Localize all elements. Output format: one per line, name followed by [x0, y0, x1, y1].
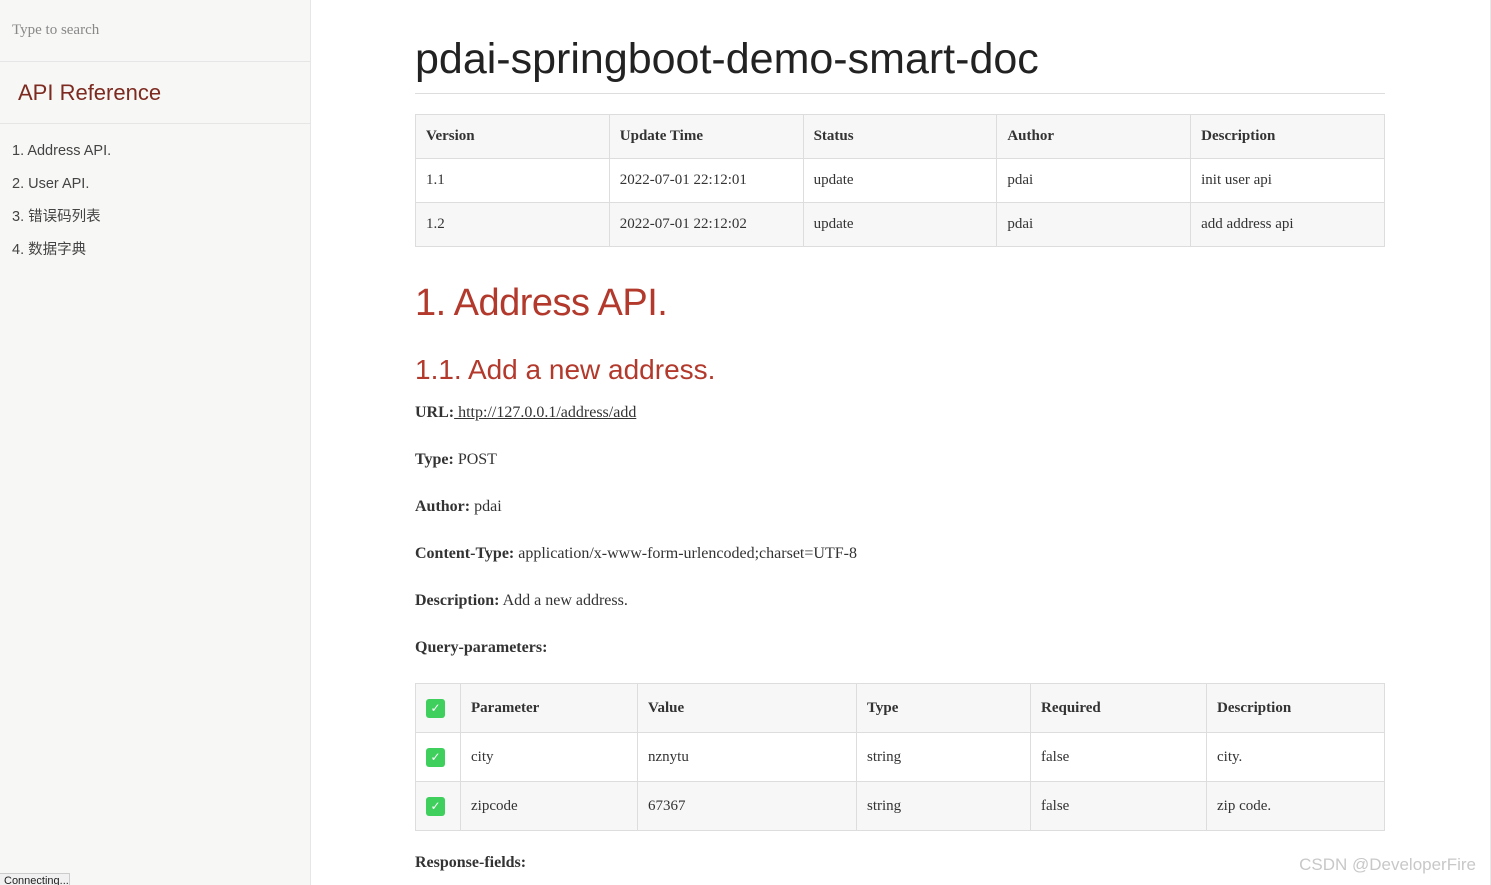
version-table: Version Update Time Status Author Descri…	[415, 114, 1385, 247]
description-label: Description:	[415, 592, 500, 609]
table-cell: false	[1030, 781, 1207, 831]
table-row: ✓ zipcode 67367 string false zip code.	[415, 781, 1385, 831]
column-header: Type	[856, 683, 1031, 733]
sidebar-item-error-codes[interactable]: 3. 错误码列表	[12, 206, 111, 239]
column-header: Parameter	[460, 683, 638, 733]
checkbox-cell: ✓	[415, 732, 461, 782]
query-parameters-label: Query-parameters:	[415, 639, 548, 656]
table-row: 1.1 2022-07-01 22:12:01 update pdai init…	[415, 158, 1385, 203]
table-cell[interactable]: 67367	[637, 781, 857, 831]
status-bar: Connecting...	[0, 873, 70, 885]
table-cell: city.	[1206, 732, 1385, 782]
table-cell[interactable]: nznytu	[637, 732, 857, 782]
column-header: Description	[1190, 114, 1385, 159]
table-cell: zipcode	[460, 781, 638, 831]
table-cell: add address api	[1190, 202, 1385, 247]
query-parameters-line: Query-parameters:	[415, 639, 547, 657]
page-title: pdai-springboot-demo-smart-doc	[415, 32, 1385, 94]
table-cell: 2022-07-01 22:12:02	[608, 202, 804, 247]
column-header: Value	[637, 683, 857, 733]
sidebar-item-data-dictionary[interactable]: 4. 数据字典	[12, 239, 111, 272]
description-value: Add a new address.	[502, 592, 628, 609]
table-cell: 1.2	[415, 202, 610, 247]
content-type-line: Content-Type: application/x-www-form-url…	[415, 545, 857, 563]
sidebar-item-user-api[interactable]: 2. User API.	[12, 173, 111, 206]
content-type-label: Content-Type:	[415, 545, 515, 562]
column-header: Update Time	[608, 114, 804, 159]
url-line: URL: http://127.0.0.1/address/add	[415, 404, 636, 422]
table-cell: false	[1030, 732, 1207, 782]
query-parameters-table: ✓ Parameter Value Type Required Descript…	[415, 683, 1385, 831]
checkbox-icon[interactable]: ✓	[426, 747, 445, 767]
type-value: POST	[457, 451, 497, 468]
table-row: 1.2 2022-07-01 22:12:02 update pdai add …	[415, 202, 1385, 247]
search-input[interactable]	[0, 0, 310, 62]
sidebar-heading[interactable]: API Reference	[0, 62, 310, 124]
table-cell: update	[802, 158, 998, 203]
response-fields-line: Response-fields:	[415, 854, 526, 872]
table-cell: pdai	[996, 202, 1192, 247]
watermark: CSDN @DeveloperFire	[1299, 855, 1476, 874]
sidebar-nav: 1. Address API. 2. User API. 3. 错误码列表 4.…	[12, 140, 111, 272]
type-line: Type: POST	[415, 451, 497, 469]
table-cell: string	[856, 732, 1031, 782]
table-cell: update	[802, 202, 998, 247]
table-cell: init user api	[1190, 158, 1385, 203]
type-label: Type:	[415, 451, 454, 468]
table-header-row: Version Update Time Status Author Descri…	[415, 114, 1385, 159]
author-value: pdai	[474, 498, 502, 515]
select-all-cell: ✓	[415, 683, 461, 733]
column-header: Description	[1206, 683, 1385, 733]
table-cell: zip code.	[1206, 781, 1385, 831]
column-header: Status	[802, 114, 998, 159]
table-row: ✓ city nznytu string false city.	[415, 732, 1385, 782]
table-header-row: ✓ Parameter Value Type Required Descript…	[415, 683, 1385, 733]
table-cell: 2022-07-01 22:12:01	[608, 158, 804, 203]
url-link[interactable]: http://127.0.0.1/address/add	[454, 404, 636, 421]
sidebar-item-address-api[interactable]: 1. Address API.	[12, 140, 111, 173]
description-line: Description: Add a new address.	[415, 592, 628, 610]
response-fields-label: Response-fields:	[415, 854, 527, 871]
url-label: URL:	[415, 404, 455, 421]
checkbox-icon[interactable]: ✓	[426, 698, 445, 718]
column-header: Required	[1030, 683, 1207, 733]
content-type-value: application/x-www-form-urlencoded;charse…	[518, 545, 857, 562]
sidebar: API Reference 1. Address API. 2. User AP…	[0, 0, 311, 885]
author-line: Author: pdai	[415, 498, 502, 516]
section-heading: 1. Address API.	[415, 282, 668, 324]
column-header: Version	[415, 114, 610, 159]
subsection-heading: 1.1. Add a new address.	[415, 354, 716, 385]
checkbox-cell: ✓	[415, 781, 461, 831]
author-label: Author:	[415, 498, 471, 515]
table-cell: string	[856, 781, 1031, 831]
table-cell: pdai	[996, 158, 1192, 203]
checkbox-icon[interactable]: ✓	[426, 796, 445, 816]
table-cell: city	[460, 732, 638, 782]
table-cell: 1.1	[415, 158, 610, 203]
column-header: Author	[996, 114, 1192, 159]
